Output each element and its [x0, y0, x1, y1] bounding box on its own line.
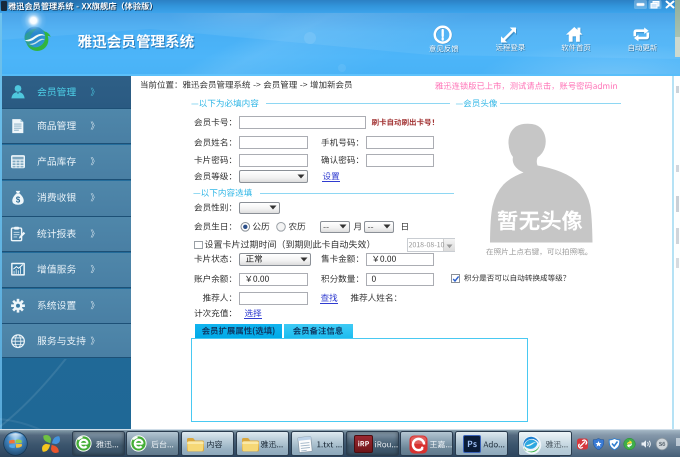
svg-text:$: $	[16, 195, 21, 204]
